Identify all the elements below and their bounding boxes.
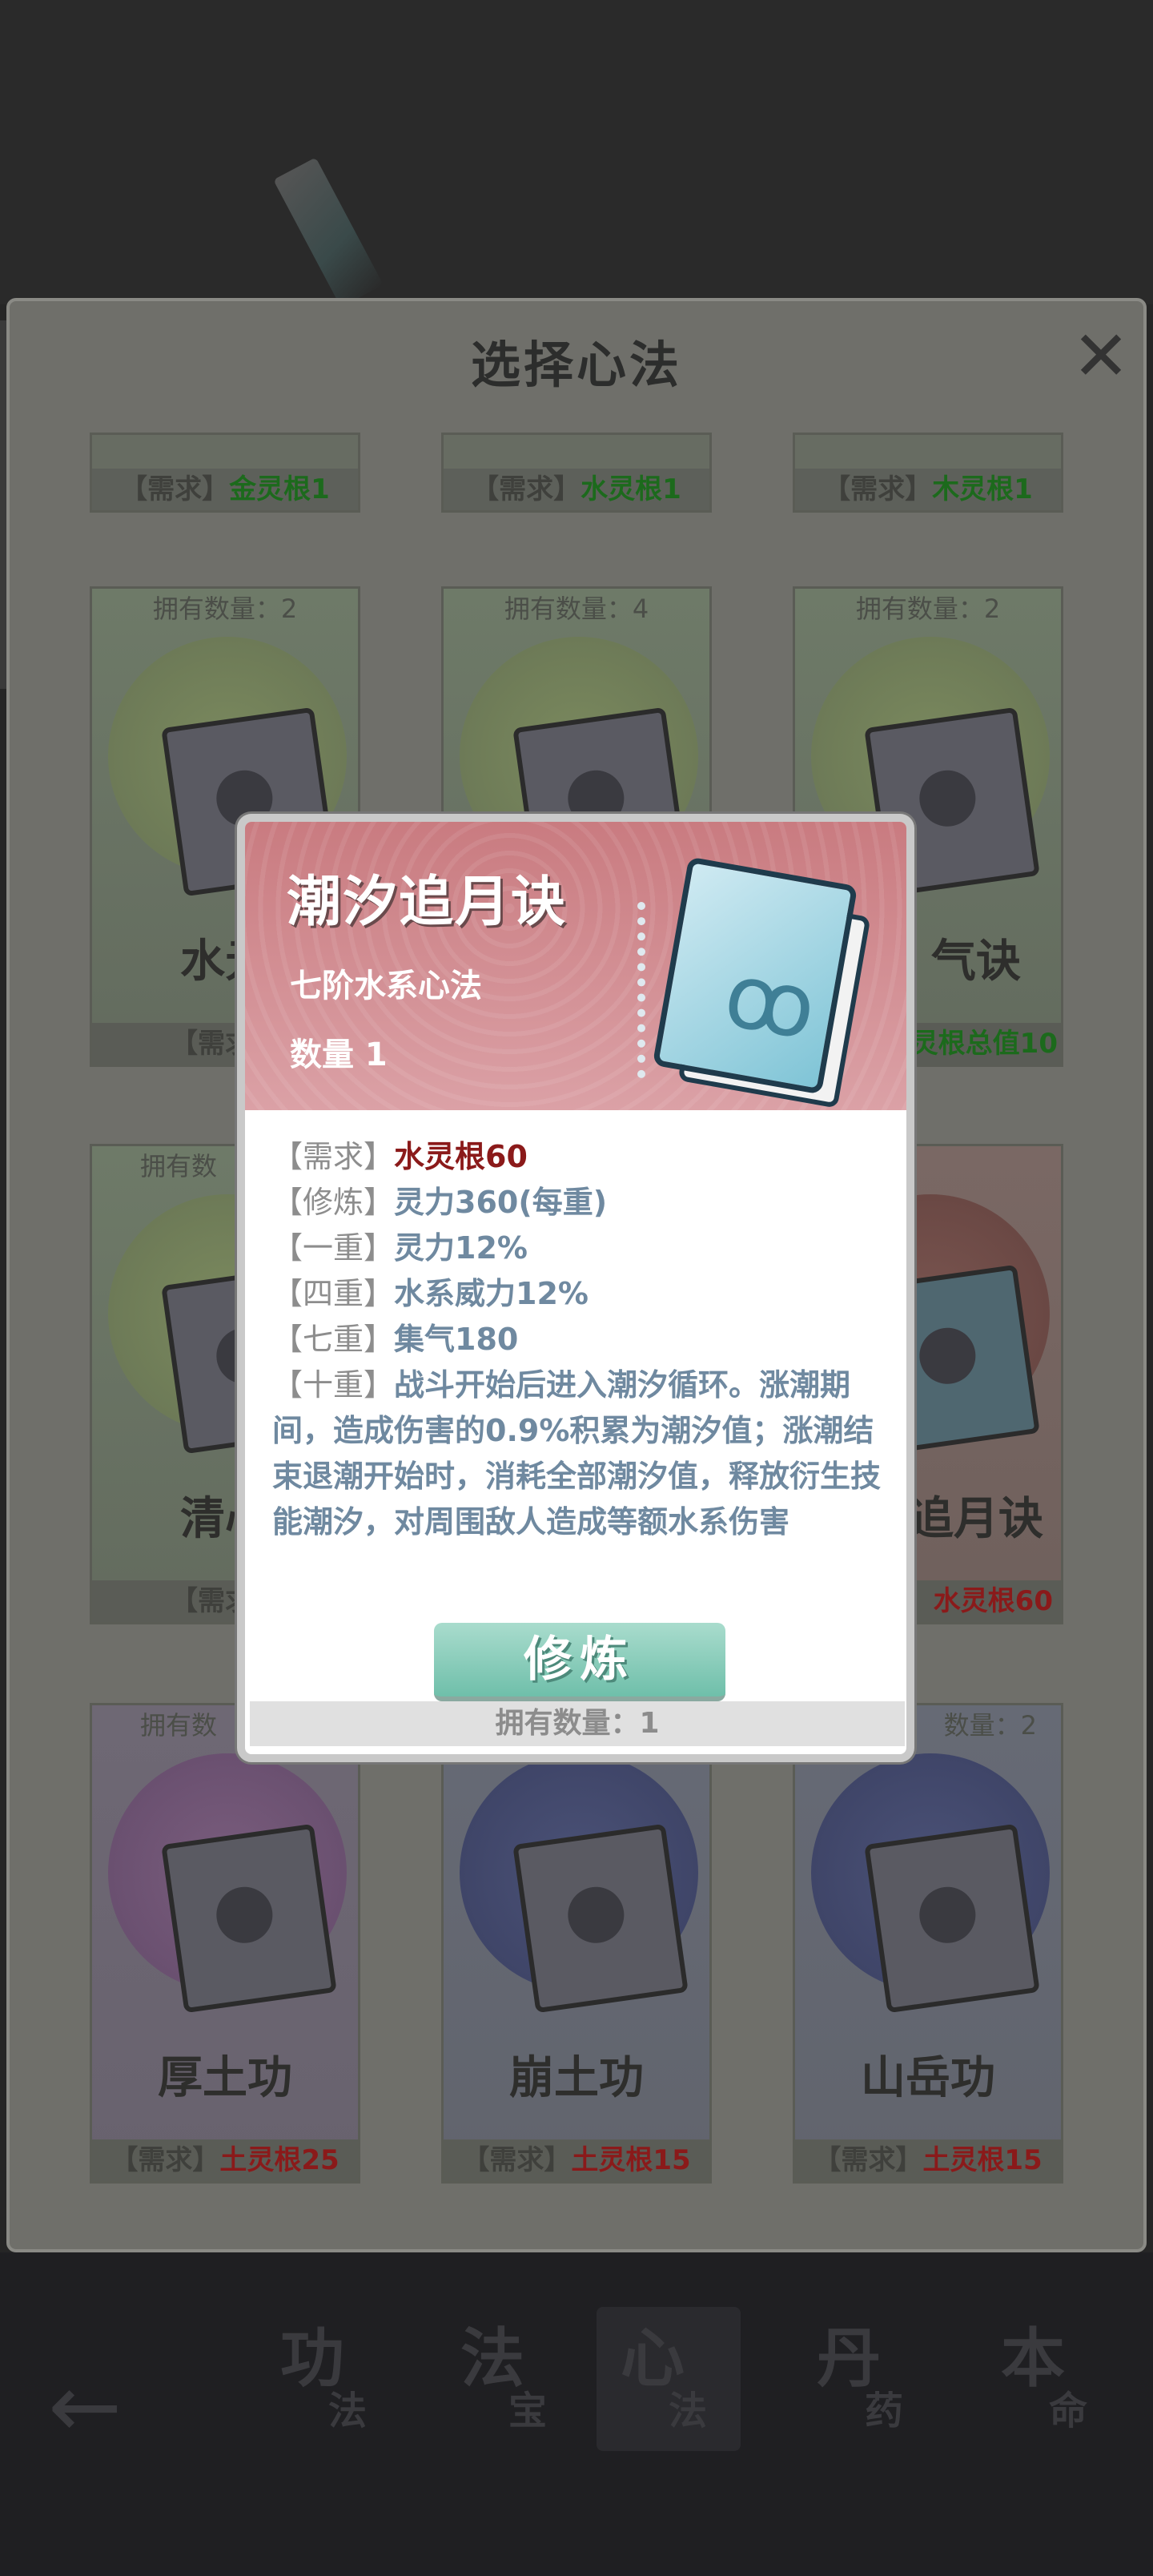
- tab-char: 命: [1049, 2389, 1088, 2433]
- orb-background: [108, 1753, 347, 2014]
- owned-footer: 拥有数量：1: [250, 1701, 905, 1746]
- method-card[interactable]: 数量：2 山岳功 【需求】土灵根15: [793, 1703, 1063, 2184]
- orb-background: [460, 1753, 698, 2014]
- line-value: 灵力360(每重): [394, 1185, 608, 1220]
- panel-title: 选择心法: [470, 336, 682, 394]
- req-tag: 【需求】: [462, 2144, 572, 2176]
- req-value: 土灵根25: [219, 2144, 339, 2176]
- req-tag: 【需求】: [814, 2144, 923, 2176]
- list-item[interactable]: 【需求】水灵根1: [441, 433, 712, 513]
- popup-subtitle: 七阶水系心法: [290, 968, 482, 1004]
- detail-description: 【十重】战斗开始后进入潮汐循环。涨潮期间，造成伤害的0.9%积累为潮汐值；涨潮结…: [272, 1362, 897, 1545]
- tab-char: 药: [865, 2389, 904, 2433]
- req-tag: 【需求】: [110, 2144, 220, 2176]
- train-button[interactable]: 修炼: [434, 1623, 725, 1701]
- popup-body: 【需求】水灵根60 【修炼】灵力360(每重) 【一重】灵力12% 【四重】水系…: [272, 1134, 897, 1545]
- popup-header: 潮汐追月诀 七阶水系心法 数量 1 ꝏ: [245, 822, 906, 1110]
- line-value: 水系威力12%: [394, 1276, 589, 1311]
- line-tag: 【修炼】: [272, 1185, 395, 1220]
- line-value: 灵力12%: [394, 1230, 528, 1266]
- req-value: 金灵根1: [229, 473, 330, 505]
- method-detail-popup: 潮汐追月诀 七阶水系心法 数量 1 ꝏ 【需求】水灵根60 【修炼】灵力360(…: [237, 814, 914, 1762]
- tab-char: 法: [669, 2389, 708, 2433]
- req-value: 土灵根15: [571, 2144, 691, 2176]
- popup-title: 潮汐追月诀: [287, 871, 568, 934]
- background-top: [0, 0, 1153, 304]
- owned-count: 拥有数量：2: [152, 594, 298, 624]
- close-icon[interactable]: ✕: [1069, 322, 1133, 391]
- detail-line: 【一重】灵力12%: [272, 1226, 897, 1271]
- book-icon: [512, 1823, 689, 2014]
- line-tag: 【需求】: [272, 1139, 395, 1174]
- tab-xinfa[interactable]: 心法: [597, 2307, 741, 2451]
- orb-background: [811, 1753, 1050, 2014]
- req-tag: 【需求】: [823, 473, 933, 505]
- detail-line: 【四重】水系威力12%: [272, 1271, 897, 1317]
- line-tag: 【七重】: [272, 1322, 395, 1357]
- owned-count: 拥有数量：4: [504, 594, 649, 624]
- req-value: 水灵根1: [581, 473, 681, 505]
- book-icon: [864, 1823, 1040, 2014]
- book-icon: [161, 1823, 337, 2014]
- detail-line: 【七重】集气180: [272, 1317, 897, 1362]
- detail-line: 【需求】水灵根60: [272, 1134, 897, 1180]
- tab-gongfa[interactable]: 功法: [256, 2307, 400, 2451]
- req-value: 土灵根15: [922, 2144, 1043, 2176]
- tab-danyao[interactable]: 丹药: [793, 2307, 937, 2451]
- req-value: 水灵根60: [933, 1585, 1053, 1617]
- tab-char: 法: [328, 2389, 368, 2433]
- detail-line: 【修炼】灵力360(每重): [272, 1180, 897, 1226]
- method-card[interactable]: 崩土功 【需求】土灵根15: [441, 1703, 712, 2184]
- method-name: 崩土功: [509, 2052, 644, 2104]
- list-item[interactable]: 【需求】木灵根1: [793, 433, 1063, 513]
- popup-quantity: 数量 1: [290, 1036, 388, 1073]
- back-arrow-icon[interactable]: ←: [48, 2355, 122, 2457]
- line-tag: 【四重】: [272, 1276, 395, 1311]
- method-card[interactable]: 拥有数 厚土功 【需求】土灵根25: [90, 1703, 360, 2184]
- method-name: 厚土功: [158, 2052, 292, 2104]
- line-value: 水灵根60: [394, 1139, 528, 1174]
- tab-char: 宝: [508, 2389, 548, 2433]
- tab-benming[interactable]: 本命: [977, 2307, 1121, 2451]
- req-tag: 【需求】: [472, 473, 581, 505]
- req-tag: 【需求】: [120, 473, 230, 505]
- owned-count: 拥有数量：2: [855, 594, 1001, 624]
- list-item[interactable]: 【需求】金灵根1: [90, 433, 360, 513]
- method-name: 山岳功: [861, 2052, 995, 2104]
- line-tag: 【十重】: [272, 1367, 395, 1403]
- req-value: 木灵根1: [932, 473, 1033, 505]
- req-value: 灵根总值10: [910, 1028, 1058, 1060]
- line-value: 集气180: [394, 1322, 519, 1357]
- line-tag: 【一重】: [272, 1230, 395, 1266]
- tab-fabao[interactable]: 法宝: [436, 2307, 581, 2451]
- scroll-book-icon: ꝏ: [637, 854, 871, 1109]
